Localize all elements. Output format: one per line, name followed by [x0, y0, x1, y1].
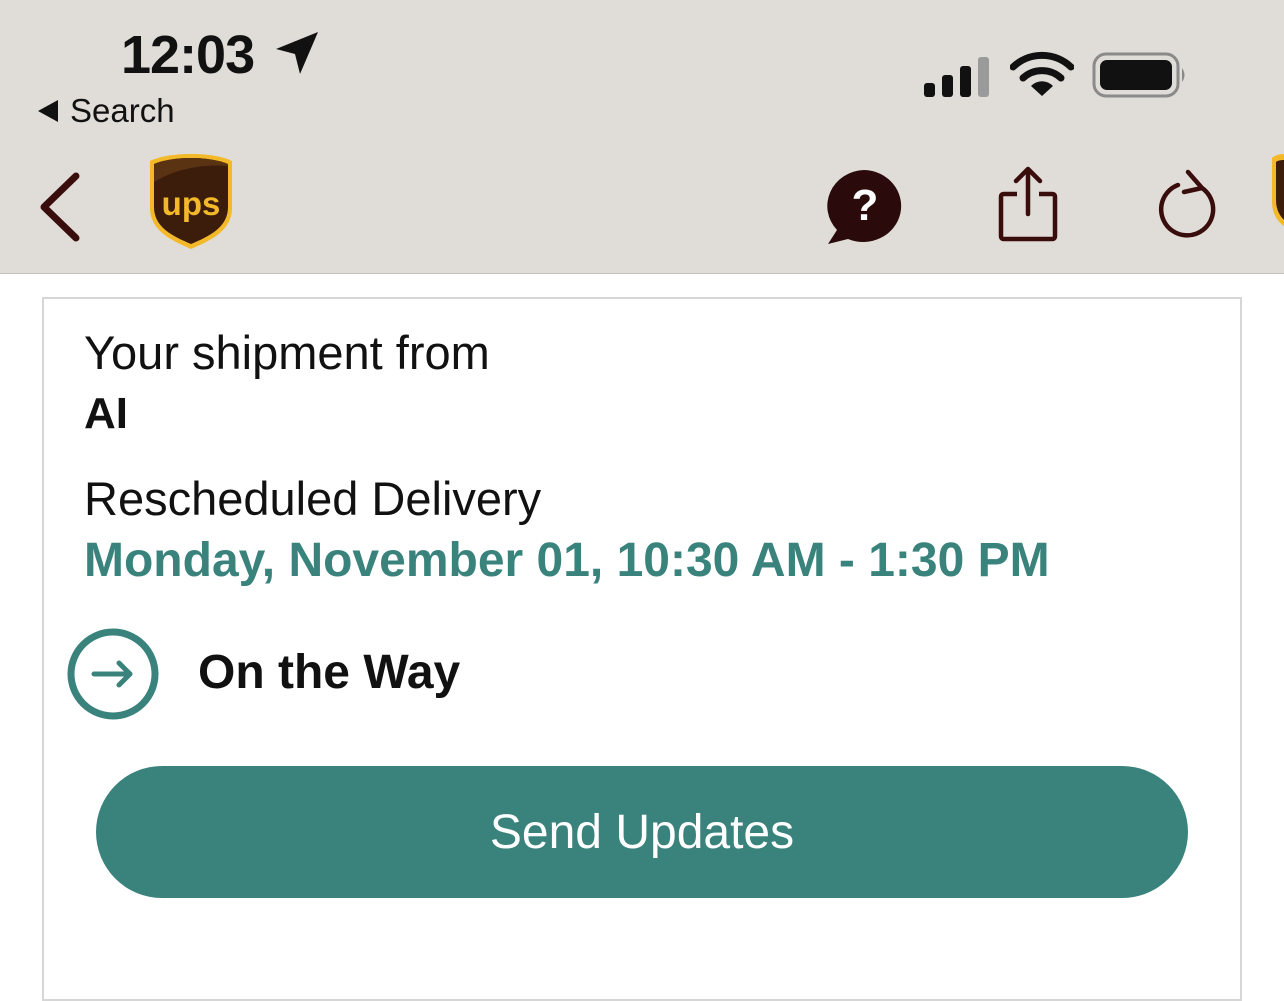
refresh-icon[interactable] — [1158, 168, 1222, 242]
cellular-signal-icon — [924, 57, 989, 97]
top-bar: 12:03 Search ups ? — [0, 0, 1284, 274]
svg-text:?: ? — [852, 181, 879, 230]
chevron-left-icon[interactable] — [36, 172, 82, 242]
ups-logo-text: ups — [162, 185, 221, 222]
back-to-search-link[interactable]: Search — [38, 92, 175, 130]
status-time: 12:03 — [121, 25, 255, 85]
ups-logo: ups — [148, 152, 234, 255]
ups-partial-logo — [1272, 154, 1284, 226]
battery-icon — [1092, 52, 1185, 98]
send-updates-button[interactable]: Send Updates — [96, 766, 1188, 898]
arrow-right-circle-icon — [67, 628, 159, 720]
shipper-name: AI — [84, 389, 128, 438]
help-icon[interactable]: ? — [824, 168, 904, 246]
delivery-window: Monday, November 01, 10:30 AM - 1:30 PM — [84, 534, 1050, 587]
shipment-status: On the Way — [198, 646, 461, 699]
wifi-icon — [1010, 51, 1074, 96]
location-arrow-icon — [276, 32, 318, 74]
back-to-search-label: Search — [70, 92, 175, 129]
back-triangle-icon — [38, 100, 58, 122]
share-icon[interactable] — [998, 166, 1058, 242]
shipment-card: Your shipment from AI Rescheduled Delive… — [42, 297, 1242, 1001]
rescheduled-delivery-label: Rescheduled Delivery — [84, 472, 542, 525]
shipment-from-label: Your shipment from — [84, 326, 490, 379]
